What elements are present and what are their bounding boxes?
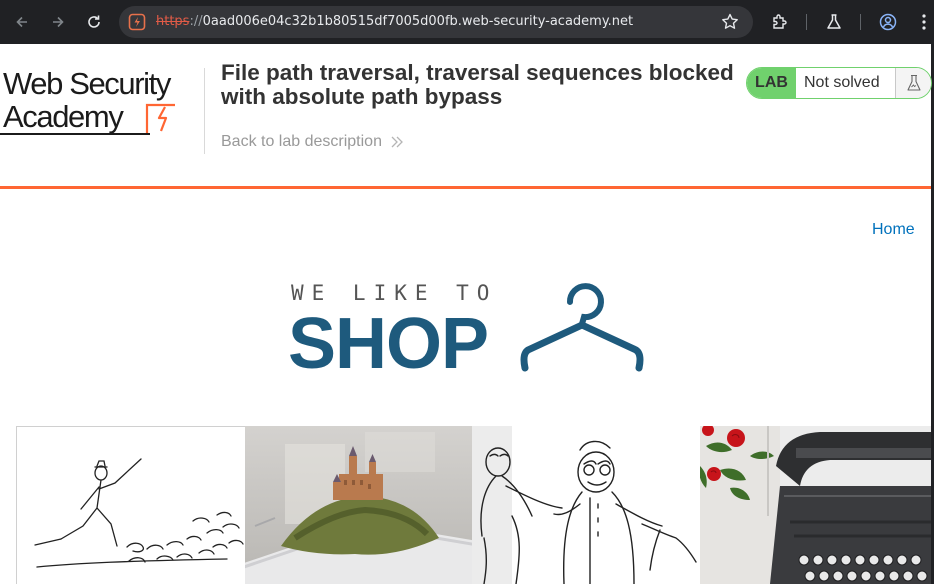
browser-toolbar: https://0aad006e04c32b1b80515df7005d00fb… — [0, 0, 934, 44]
flask-icon — [906, 74, 921, 91]
back-button[interactable] — [9, 9, 35, 35]
typewriter-with-red-roses-image — [700, 426, 931, 584]
home-link[interactable]: Home — [872, 221, 915, 239]
reload-button[interactable] — [81, 9, 107, 35]
more-menu-icon — [922, 14, 926, 30]
logo-underline — [0, 133, 150, 135]
toolbar-divider — [806, 14, 807, 30]
url-host: 0aad006e04c32b1b80515df7005d00fb.web-sec… — [202, 14, 634, 29]
url-scheme: https — [156, 14, 190, 29]
castle-rising-from-smartphone-image — [245, 426, 473, 584]
product-image-tile[interactable] — [700, 426, 931, 584]
url-text: https://0aad006e04c32b1b80515df7005d00fb… — [156, 14, 633, 29]
academy-logo-mark-icon — [145, 103, 175, 133]
clothes-hanger-icon — [520, 283, 644, 372]
lab-status-widget: LAB Not solved — [746, 67, 932, 99]
logo-line-2: Academy — [3, 99, 124, 134]
labs-button[interactable] — [822, 10, 846, 34]
lab-title: File path traversal, traversal sequences… — [221, 60, 734, 109]
extensions-icon — [773, 14, 787, 29]
lab-tag: LAB — [747, 68, 796, 98]
bookmark-star-icon[interactable] — [720, 12, 740, 32]
labs-flask-icon — [827, 14, 841, 29]
lab-status-text: Not solved — [804, 74, 880, 91]
product-image-tile[interactable] — [472, 426, 700, 584]
back-to-lab-description-link[interactable]: Back to lab description — [221, 133, 404, 151]
back-icon — [16, 16, 27, 28]
sketch-two-men-dancing-image — [472, 426, 697, 584]
profile-icon — [879, 13, 897, 31]
toolbar-divider — [860, 14, 861, 30]
address-bar[interactable]: https://0aad006e04c32b1b80515df7005d00fb… — [119, 6, 753, 38]
product-image-tile[interactable] — [245, 426, 473, 584]
header-separator — [0, 186, 931, 189]
more-menu-button[interactable] — [912, 10, 934, 34]
url-separator: :// — [189, 14, 203, 29]
shop-brand-word: SHOP — [288, 304, 489, 384]
sketch-man-running-with-cats-image — [34, 458, 244, 568]
profile-button[interactable] — [876, 10, 900, 34]
site-info-icon[interactable] — [128, 13, 146, 31]
lab-flask-button[interactable] — [895, 68, 931, 98]
double-chevron-right-icon — [391, 136, 403, 148]
forward-icon — [53, 16, 64, 28]
product-image-tile[interactable] — [16, 426, 246, 584]
logo-line-1: Web Security — [3, 66, 171, 101]
shop-tagline: WE LIKE TO — [291, 281, 498, 305]
forward-button[interactable] — [45, 9, 71, 35]
reload-icon — [88, 15, 100, 28]
back-link-label: Back to lab description — [221, 133, 382, 150]
header-divider — [204, 68, 205, 154]
shop-banner: WE LIKE TO SHOP — [288, 278, 650, 384]
extensions-button[interactable] — [768, 10, 792, 34]
